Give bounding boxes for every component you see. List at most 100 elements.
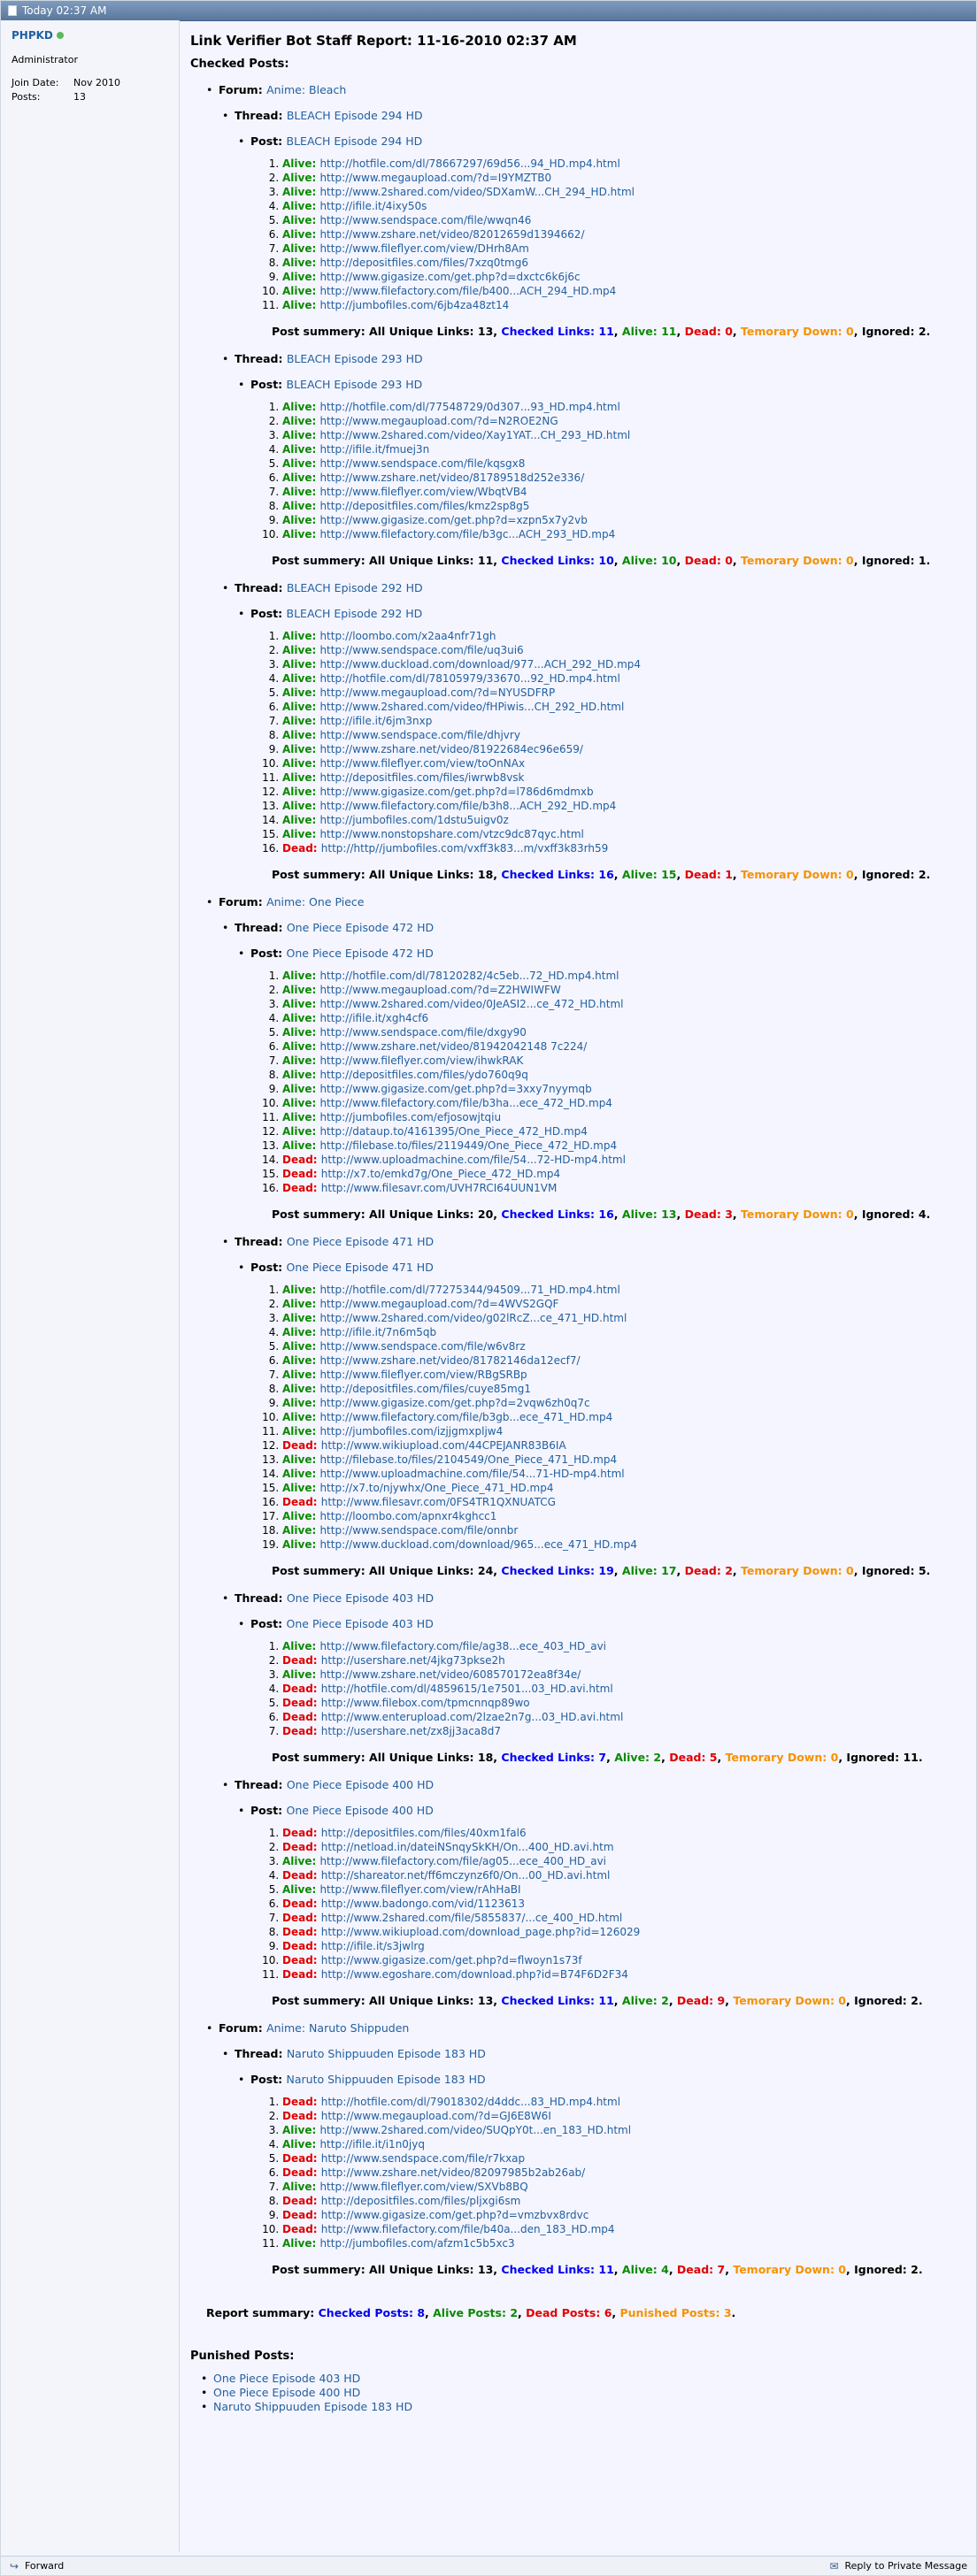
link-url[interactable]: http://x7.to/emkd7g/One_Piece_472_HD.mp4 — [321, 1168, 560, 1180]
link-url[interactable]: http://www.filefactory.com/file/b3h8...A… — [319, 800, 616, 812]
link-url[interactable]: http://www.filefactory.com/file/b3gc...A… — [319, 528, 615, 540]
link-url[interactable]: http://www.filebox.com/tpmcnnqp89wo — [321, 1697, 530, 1709]
link-url[interactable]: http://www.sendspace.com/file/dxgy90 — [319, 1026, 527, 1039]
forum-link[interactable]: Anime: Bleach — [266, 83, 346, 96]
link-url[interactable]: http://depositfiles.com/files/pljxgi6sm — [321, 2195, 521, 2207]
link-url[interactable]: http://depositfiles.com/files/kmz2sp8g5 — [319, 500, 529, 512]
link-url[interactable]: http://www.fileflyer.com/view/toOnNAx — [319, 757, 525, 770]
link-url[interactable]: http://www.zshare.net/video/82012659d139… — [319, 228, 584, 241]
link-url[interactable]: http://depositfiles.com/files/iwrwb8vsk — [319, 771, 524, 784]
link-url[interactable]: http://jumbofiles.com/1dstu5uigv0z — [319, 814, 508, 826]
thread-link[interactable]: BLEACH Episode 293 HD — [287, 352, 423, 365]
link-url[interactable]: http://depositfiles.com/files/7xzq0tmg6 — [319, 257, 528, 269]
link-url[interactable]: http://www.gigasize.com/get.php?d=3xxy7n… — [319, 1083, 591, 1095]
link-url[interactable]: http://www.gigasize.com/get.php?d=flwoyn… — [321, 1954, 582, 1966]
link-url[interactable]: http://www.egoshare.com/download.php?id=… — [321, 1968, 628, 1981]
link-url[interactable]: http://www.badongo.com/vid/1123613 — [321, 1898, 525, 1910]
link-url[interactable]: http://www.gigasize.com/get.php?d=vmzbvx… — [321, 2209, 589, 2221]
link-url[interactable]: http://www.zshare.net/video/608570172ea8… — [319, 1668, 581, 1681]
link-url[interactable]: http://www.sendspace.com/file/onnbr — [319, 1524, 518, 1537]
thread-link[interactable]: One Piece Episode 400 HD — [287, 1778, 434, 1791]
link-url[interactable]: http://www.megaupload.com/?d=NYUSDFRP — [319, 686, 555, 699]
link-url[interactable]: http://www.filesavr.com/UVH7RCI64UUN1VM — [321, 1182, 558, 1194]
link-url[interactable]: http://ifile.it/fmuej3n — [319, 443, 429, 456]
link-url[interactable]: http://ifile.it/4ixy50s — [319, 200, 427, 212]
link-url[interactable]: http://www.uploadmachine.com/file/54...7… — [321, 1154, 626, 1166]
link-url[interactable]: http://www.fileflyer.com/view/SXVb8BQ — [319, 2181, 527, 2193]
link-url[interactable]: http://ifile.it/6jm3nxp — [319, 715, 432, 727]
link-url[interactable]: http://www.gigasize.com/get.php?d=l786d6… — [319, 786, 593, 798]
link-url[interactable]: http://www.sendspace.com/file/kqsgx8 — [319, 457, 525, 470]
link-url[interactable]: http://filebase.to/files/2104549/One_Pie… — [319, 1453, 617, 1466]
link-url[interactable]: http://ifile.it/xgh4cf6 — [319, 1012, 428, 1024]
link-url[interactable]: http://www.2shared.com/video/SUQpY0t...e… — [319, 2124, 631, 2136]
link-url[interactable]: http://www.2shared.com/video/fHPiwis...C… — [319, 701, 624, 713]
forum-link[interactable]: Anime: Naruto Shippuden — [266, 2021, 409, 2035]
link-url[interactable]: http://www.megaupload.com/?d=I9YMZTB0 — [319, 172, 551, 184]
link-url[interactable]: http://http//jumbofiles.com/vxff3k83...m… — [321, 842, 609, 855]
link-url[interactable]: http://www.duckload.com/download/977...A… — [319, 658, 641, 671]
link-url[interactable]: http://www.fileflyer.com/view/ihwkRAK — [319, 1054, 523, 1067]
thread-link[interactable]: One Piece Episode 403 HD — [287, 1591, 434, 1605]
post-link[interactable]: Naruto Shippuuden Episode 183 HD — [287, 2073, 486, 2086]
link-url[interactable]: http://depositfiles.com/files/40xm1fal6 — [321, 1827, 527, 1839]
link-url[interactable]: http://filebase.to/files/2119449/One_Pie… — [319, 1139, 617, 1152]
link-url[interactable]: http://www.wikiupload.com/download_page.… — [321, 1926, 641, 1938]
link-url[interactable]: http://jumbofiles.com/6jb4za48zt14 — [319, 299, 509, 311]
link-url[interactable]: http://www.wikiupload.com/44CPEJANR83B6I… — [321, 1439, 566, 1452]
link-url[interactable]: http://www.fileflyer.com/view/RBgSRBp — [319, 1368, 527, 1381]
link-url[interactable]: http://hotfile.com/dl/77275344/94509...7… — [319, 1284, 619, 1296]
link-url[interactable]: http://loombo.com/apnxr4kghcc1 — [319, 1510, 496, 1522]
post-link[interactable]: One Piece Episode 472 HD — [287, 947, 434, 960]
link-url[interactable]: http://x7.to/njywhx/One_Piece_471_HD.mp4 — [319, 1482, 553, 1494]
link-url[interactable]: http://www.2shared.com/video/0JeASI2...c… — [319, 998, 623, 1010]
link-url[interactable]: http://www.filesavr.com/0FS4TR1QXNUATCG — [321, 1496, 556, 1508]
link-url[interactable]: http://usershare.net/zx8jj3aca8d7 — [321, 1725, 501, 1737]
link-url[interactable]: http://www.fileflyer.com/view/rAhHaBI — [319, 1883, 520, 1896]
link-url[interactable]: http://loombo.com/x2aa4nfr71gh — [319, 630, 496, 642]
link-url[interactable]: http://www.uploadmachine.com/file/54...7… — [319, 1468, 624, 1480]
punished-link[interactable]: One Piece Episode 400 HD — [213, 2386, 360, 2399]
link-url[interactable]: http://www.enterupload.com/2lzae2n7g...0… — [321, 1711, 624, 1723]
link-url[interactable]: http://hotfile.com/dl/79018302/d4ddc...8… — [321, 2096, 620, 2108]
link-url[interactable]: http://www.filefactory.com/file/b400...A… — [319, 285, 616, 297]
link-url[interactable]: http://jumbofiles.com/efjosowjtqiu — [319, 1111, 501, 1123]
link-url[interactable]: http://www.zshare.net/video/82097985b2ab… — [321, 2166, 585, 2179]
link-url[interactable]: http://jumbofiles.com/izjjgmxpljw4 — [319, 1425, 503, 1438]
link-url[interactable]: http://shareator.net/ff6mczynz6f0/On...0… — [321, 1869, 611, 1882]
link-url[interactable]: http://www.zshare.net/video/81789518d252… — [319, 472, 584, 484]
link-url[interactable]: http://ifile.it/7n6m5qb — [319, 1326, 436, 1338]
link-url[interactable]: http://www.gigasize.com/get.php?d=dxctc6… — [319, 271, 580, 283]
thread-link[interactable]: BLEACH Episode 294 HD — [287, 109, 423, 122]
thread-link[interactable]: One Piece Episode 471 HD — [287, 1235, 434, 1248]
link-url[interactable]: http://www.megaupload.com/?d=N2ROE2NG — [319, 415, 558, 427]
link-url[interactable]: http://depositfiles.com/files/ydo760q9q — [319, 1069, 527, 1081]
link-url[interactable]: http://jumbofiles.com/afzm1c5b5xc3 — [319, 2237, 514, 2250]
link-url[interactable]: http://www.sendspace.com/file/w6v8rz — [319, 1340, 525, 1353]
link-url[interactable]: http://www.megaupload.com/?d=4WVS2GQF — [319, 1298, 558, 1310]
link-url[interactable]: http://www.filefactory.com/file/b3ha...e… — [319, 1097, 612, 1109]
link-url[interactable]: http://www.duckload.com/download/965...e… — [319, 1538, 637, 1551]
link-url[interactable]: http://www.fileflyer.com/view/WbqtVB4 — [319, 486, 527, 498]
link-url[interactable]: http://www.nonstopshare.com/vtzc9dc87qyc… — [319, 828, 583, 840]
post-link[interactable]: One Piece Episode 403 HD — [287, 1617, 434, 1630]
link-url[interactable]: http://hotfile.com/dl/78105979/33670...9… — [319, 672, 619, 685]
forum-link[interactable]: Anime: One Piece — [266, 895, 364, 908]
link-url[interactable]: http://www.megaupload.com/?d=Z2HWIWFW — [319, 984, 560, 996]
link-url[interactable]: http://www.gigasize.com/get.php?d=xzpn5x… — [319, 514, 587, 526]
link-url[interactable]: http://usershare.net/4jkg73pkse2h — [321, 1654, 505, 1667]
link-url[interactable]: http://www.sendspace.com/file/wwqn46 — [319, 214, 531, 226]
link-url[interactable]: http://hotfile.com/dl/77548729/0d307...9… — [319, 401, 619, 413]
link-url[interactable]: http://www.zshare.net/video/81782146da12… — [319, 1354, 580, 1367]
post-link[interactable]: BLEACH Episode 293 HD — [287, 378, 423, 391]
link-url[interactable]: http://www.megaupload.com/?d=GJ6E8W6I — [321, 2110, 551, 2122]
link-url[interactable]: http://www.sendspace.com/file/r7kxap — [321, 2152, 525, 2165]
punished-link[interactable]: Naruto Shippuuden Episode 183 HD — [213, 2400, 412, 2413]
post-link[interactable]: One Piece Episode 471 HD — [287, 1261, 434, 1274]
link-url[interactable]: http://www.sendspace.com/file/dhjvry — [319, 729, 519, 741]
post-link[interactable]: BLEACH Episode 292 HD — [287, 607, 423, 620]
link-url[interactable]: http://depositfiles.com/files/cuye85mg1 — [319, 1383, 531, 1395]
punished-link[interactable]: One Piece Episode 403 HD — [213, 2372, 360, 2385]
link-url[interactable]: http://www.filefactory.com/file/ag38...e… — [319, 1640, 606, 1652]
thread-link[interactable]: One Piece Episode 472 HD — [287, 921, 434, 934]
